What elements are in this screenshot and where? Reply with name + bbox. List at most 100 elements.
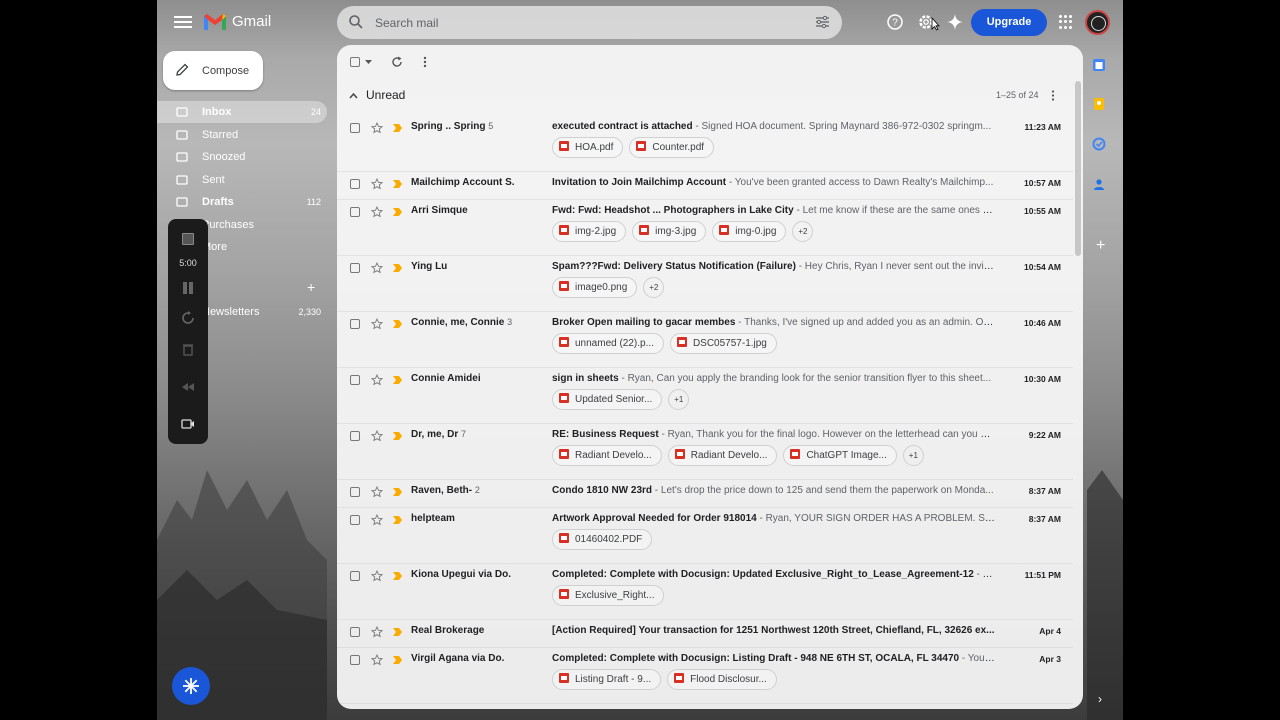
attachment-chip[interactable]: Exclusive_Right... (552, 585, 665, 606)
email-row[interactable]: Arri Simque Fwd: Fwd: Headshot ... Photo… (337, 201, 1073, 253)
important-marker-icon[interactable] (393, 264, 402, 272)
camera-icon[interactable] (181, 417, 195, 431)
email-row[interactable]: Virgil Agana via Do. Completed: Complete… (337, 649, 1073, 701)
sidebar-item-starred[interactable]: Starred (157, 124, 327, 146)
sidebar-item-drafts[interactable]: Drafts 112 (157, 191, 327, 213)
search-icon[interactable] (348, 14, 364, 30)
stop-recording-icon[interactable] (182, 233, 194, 245)
more-attachments-chip[interactable]: +2 (792, 221, 814, 242)
star-icon[interactable] (371, 486, 383, 498)
important-marker-icon[interactable] (393, 572, 402, 580)
email-row[interactable]: Connie, me, Connie 3 Broker Open mailing … (337, 313, 1073, 365)
sidebar-item-sent[interactable]: Sent (157, 169, 327, 191)
more-actions-icon[interactable] (423, 56, 427, 68)
contacts-icon[interactable] (1092, 177, 1106, 191)
email-row[interactable]: Raven, Beth- 2 Condo 1810 NW 23rd - Let's… (337, 481, 1073, 507)
attachment-chip[interactable]: img-2.jpg (552, 221, 627, 242)
select-all-checkbox[interactable] (350, 57, 360, 67)
important-marker-icon[interactable] (393, 320, 402, 328)
trash-icon[interactable] (181, 342, 195, 356)
attachment-chip[interactable]: img-0.jpg (712, 221, 787, 242)
row-checkbox[interactable] (350, 627, 360, 637)
attachment-chip[interactable]: Updated Senior... (552, 389, 663, 410)
upgrade-button[interactable]: Upgrade (971, 9, 1047, 36)
calendar-icon[interactable] (1092, 58, 1106, 72)
important-marker-icon[interactable] (393, 432, 402, 440)
rewind-icon[interactable] (181, 380, 195, 394)
compose-button[interactable]: Compose (163, 51, 263, 90)
row-checkbox[interactable] (350, 571, 360, 581)
main-menu-icon[interactable] (174, 13, 192, 31)
attachment-chip[interactable]: Radiant Develo... (552, 445, 662, 466)
star-icon[interactable] (371, 654, 383, 666)
google-apps-icon[interactable] (1059, 15, 1073, 29)
floating-action-button[interactable] (172, 667, 210, 705)
labels-add-icon[interactable]: + (307, 279, 315, 295)
row-checkbox[interactable] (350, 431, 360, 441)
gmail-logo-icon[interactable] (203, 12, 227, 32)
attachment-chip[interactable]: DSC05757-1.jpg (669, 333, 777, 354)
section-options-icon[interactable] (1051, 90, 1055, 101)
more-attachments-chip[interactable]: +2 (643, 277, 665, 298)
row-checkbox[interactable] (350, 515, 360, 525)
email-row[interactable]: Dr, me, Dr 7 RE: Business Request - Ryan,… (337, 425, 1073, 477)
email-row[interactable]: Spring .. Spring 5 executed contract is a… (337, 117, 1073, 169)
email-row[interactable]: Mailchimp Account S. Invitation to Join … (337, 173, 1073, 199)
attachment-chip[interactable]: 01460402.PDF (552, 529, 653, 550)
unread-section-header[interactable]: Unread (349, 88, 405, 102)
search-options-icon[interactable] (815, 15, 830, 29)
attachment-chip[interactable]: Counter.pdf (629, 137, 715, 158)
attachment-chip[interactable]: unnamed (22).p... (552, 333, 664, 354)
attachment-chip[interactable]: Listing Draft - 9... (552, 669, 662, 690)
important-marker-icon[interactable] (393, 208, 402, 216)
more-attachments-chip[interactable]: +1 (902, 445, 924, 466)
email-row[interactable]: Real Brokerage [Action Required] Your tr… (337, 621, 1073, 647)
star-icon[interactable] (371, 262, 383, 274)
tasks-icon[interactable] (1092, 137, 1106, 151)
row-checkbox[interactable] (350, 487, 360, 497)
attachment-chip[interactable]: ChatGPT Image... (783, 445, 897, 466)
star-icon[interactable] (371, 374, 383, 386)
help-icon[interactable]: ? (886, 13, 904, 31)
important-marker-icon[interactable] (393, 488, 402, 496)
row-checkbox[interactable] (350, 123, 360, 133)
row-checkbox[interactable] (350, 375, 360, 385)
email-row[interactable]: Connie Amidei sign in sheets - Ryan, Can… (337, 369, 1073, 421)
star-icon[interactable] (371, 122, 383, 134)
sidebar-item-snoozed[interactable]: Snoozed (157, 146, 327, 168)
star-icon[interactable] (371, 178, 383, 190)
important-marker-icon[interactable] (393, 124, 402, 132)
important-marker-icon[interactable] (393, 628, 402, 636)
row-checkbox[interactable] (350, 179, 360, 189)
restart-icon[interactable] (181, 311, 195, 325)
important-marker-icon[interactable] (393, 656, 402, 664)
important-marker-icon[interactable] (393, 516, 402, 524)
search-input[interactable]: Search mail (375, 16, 438, 30)
star-icon[interactable] (371, 514, 383, 526)
important-marker-icon[interactable] (393, 180, 402, 188)
attachment-chip[interactable]: Flood Disclosur... (667, 669, 777, 690)
account-avatar[interactable] (1085, 10, 1110, 35)
attachment-chip[interactable]: HOA.pdf (552, 137, 624, 158)
select-dropdown-icon[interactable] (365, 60, 372, 65)
important-marker-icon[interactable] (393, 376, 402, 384)
get-addons-icon[interactable]: + (1096, 237, 1105, 255)
row-checkbox[interactable] (350, 207, 360, 217)
star-icon[interactable] (371, 318, 383, 330)
row-checkbox[interactable] (350, 263, 360, 273)
star-icon[interactable] (371, 206, 383, 218)
show-side-panel-icon[interactable]: › (1098, 692, 1102, 706)
email-row[interactable]: Kiona Upegui via Do. Completed: Complete… (337, 565, 1073, 617)
keep-icon[interactable] (1092, 97, 1106, 111)
star-icon[interactable] (371, 626, 383, 638)
email-row[interactable]: Ying Lu Spam???Fwd: Delivery Status Noti… (337, 257, 1073, 309)
gemini-sparkle-icon[interactable] (946, 13, 964, 31)
email-row[interactable]: helpteam Artwork Approval Needed for Ord… (337, 509, 1073, 561)
pause-icon[interactable] (181, 281, 195, 295)
collapse-chevron-icon[interactable] (349, 92, 358, 99)
attachment-chip[interactable]: Radiant Develo... (667, 445, 778, 466)
star-icon[interactable] (371, 430, 383, 442)
refresh-icon[interactable] (391, 56, 403, 68)
search-bar[interactable]: Search mail (337, 6, 842, 39)
attachment-chip[interactable]: image0.png (552, 277, 638, 298)
